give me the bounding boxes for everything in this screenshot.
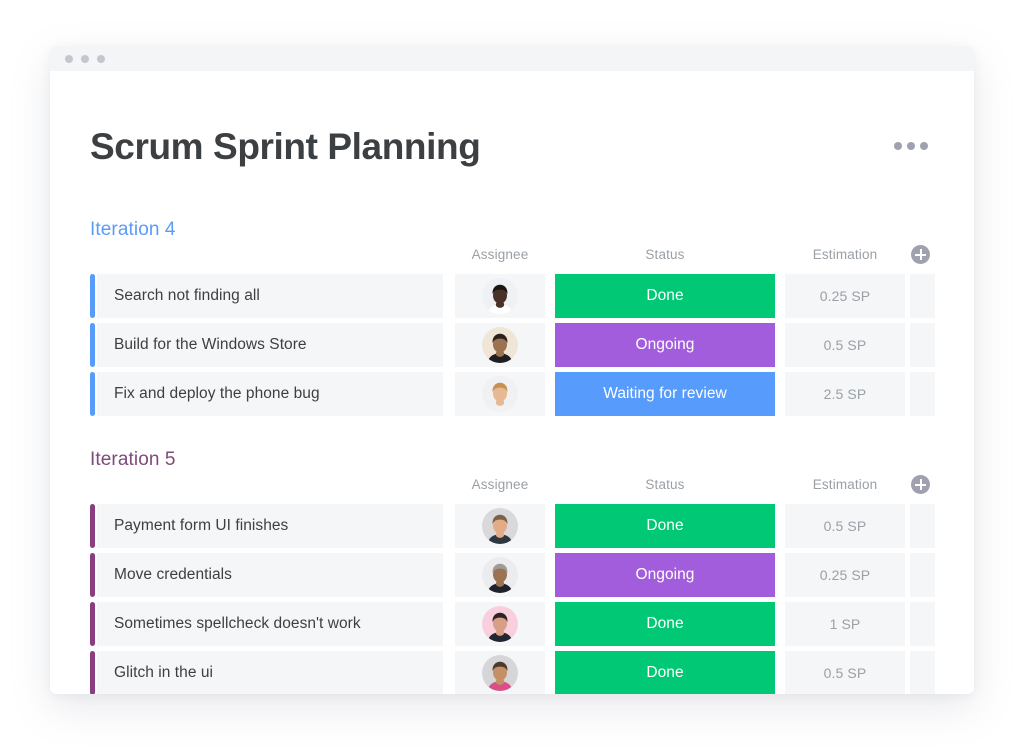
assignee-cell[interactable] [455,504,545,548]
avatar [482,376,518,412]
extra-column-cell[interactable] [910,553,935,597]
status-badge[interactable]: Done [555,274,775,318]
avatar [482,655,518,691]
window-maximize-dot[interactable] [97,54,105,63]
ellipsis-dot [907,142,915,150]
plus-circle-icon[interactable] [911,475,930,494]
extra-column-cell[interactable] [910,602,935,646]
estimation-cell[interactable]: 2.5 SP [785,372,905,416]
column-header-assignee: Assignee [471,477,529,492]
avatar [482,508,518,544]
extra-column-cell[interactable] [910,372,935,416]
assignee-cell[interactable] [455,602,545,646]
estimation-cell[interactable]: 0.5 SP [785,651,905,694]
window-close-dot[interactable] [65,54,73,63]
avatar [482,327,518,363]
plus-circle-icon[interactable] [911,245,930,264]
task-name-cell[interactable]: Sometimes spellcheck doesn't work [97,602,443,646]
estimation-cell[interactable]: 1 SP [785,602,905,646]
group-rows: Payment form UI finishes Done 0.5 SP Move c… [90,504,935,694]
status-badge[interactable]: Done [555,602,775,646]
group-title: Iteration 4 [90,219,176,240]
task-name-cell[interactable]: Search not finding all [97,274,443,318]
table-row: Sometimes spellcheck doesn't work Done 1 S… [90,602,935,646]
estimation-cell[interactable]: 0.5 SP [785,504,905,548]
task-name-cell[interactable]: Fix and deploy the phone bug [97,372,443,416]
task-name-cell[interactable]: Payment form UI finishes [97,504,443,548]
row-accent-bar [90,323,95,367]
group-title: Iteration 5 [90,449,176,470]
table-row: Payment form UI finishes Done 0.5 SP [90,504,935,548]
group-rows: Search not finding all Done 0.25 SP Build f… [90,274,935,416]
column-header-status: Status [645,477,685,492]
status-badge[interactable]: Ongoing [555,323,775,367]
assignee-cell[interactable] [455,553,545,597]
column-headers: Assignee Status Estimation [90,245,935,269]
column-headers: Assignee Status Estimation [90,475,935,499]
table-row: Search not finding all Done 0.25 SP [90,274,935,318]
task-name-cell[interactable]: Glitch in the ui [97,651,443,694]
page-header: Scrum Sprint Planning [90,123,934,169]
status-badge[interactable]: Done [555,504,775,548]
task-name-cell[interactable]: Move credentials [97,553,443,597]
row-accent-bar [90,372,95,416]
row-accent-bar [90,651,95,694]
table-row: Build for the Windows Store Ongoing 0.5 SP [90,323,935,367]
row-accent-bar [90,504,95,548]
estimation-cell[interactable]: 0.5 SP [785,323,905,367]
estimation-cell[interactable]: 0.25 SP [785,553,905,597]
row-accent-bar [90,553,95,597]
status-badge[interactable]: Waiting for review [555,372,775,416]
app-window: Scrum Sprint Planning Iteration 4 Assigne… [50,46,974,694]
estimation-cell[interactable]: 0.25 SP [785,274,905,318]
table-row: Glitch in the ui Done 0.5 SP [90,651,935,694]
ellipsis-horizontal-icon[interactable] [888,136,934,156]
extra-column-cell[interactable] [910,504,935,548]
column-header-status: Status [645,247,685,262]
avatar [482,278,518,314]
extra-column-cell[interactable] [910,323,935,367]
avatar [482,557,518,593]
assignee-cell[interactable] [455,323,545,367]
column-header-estimation: Estimation [812,477,878,492]
status-badge[interactable]: Done [555,651,775,694]
status-badge[interactable]: Ongoing [555,553,775,597]
task-name-cell[interactable]: Build for the Windows Store [97,323,443,367]
page-title: Scrum Sprint Planning [90,125,481,167]
ellipsis-dot [894,142,902,150]
ellipsis-dot [920,142,928,150]
column-header-assignee: Assignee [471,247,529,262]
group-iteration-5: Iteration 5 Assignee Status Estimation Payme… [90,449,935,694]
table-row: Move credentials Ongoing 0.25 SP [90,553,935,597]
assignee-cell[interactable] [455,274,545,318]
avatar [482,606,518,642]
group-iteration-4: Iteration 4 Assignee Status Estimation Searc… [90,219,935,421]
extra-column-cell[interactable] [910,274,935,318]
row-accent-bar [90,602,95,646]
table-row: Fix and deploy the phone bug Waiting for … [90,372,935,416]
window-titlebar [50,46,974,71]
assignee-cell[interactable] [455,651,545,694]
assignee-cell[interactable] [455,372,545,416]
extra-column-cell[interactable] [910,651,935,694]
window-minimize-dot[interactable] [81,54,89,63]
row-accent-bar [90,274,95,318]
board-content: Scrum Sprint Planning Iteration 4 Assigne… [50,71,974,694]
column-header-estimation: Estimation [812,247,878,262]
